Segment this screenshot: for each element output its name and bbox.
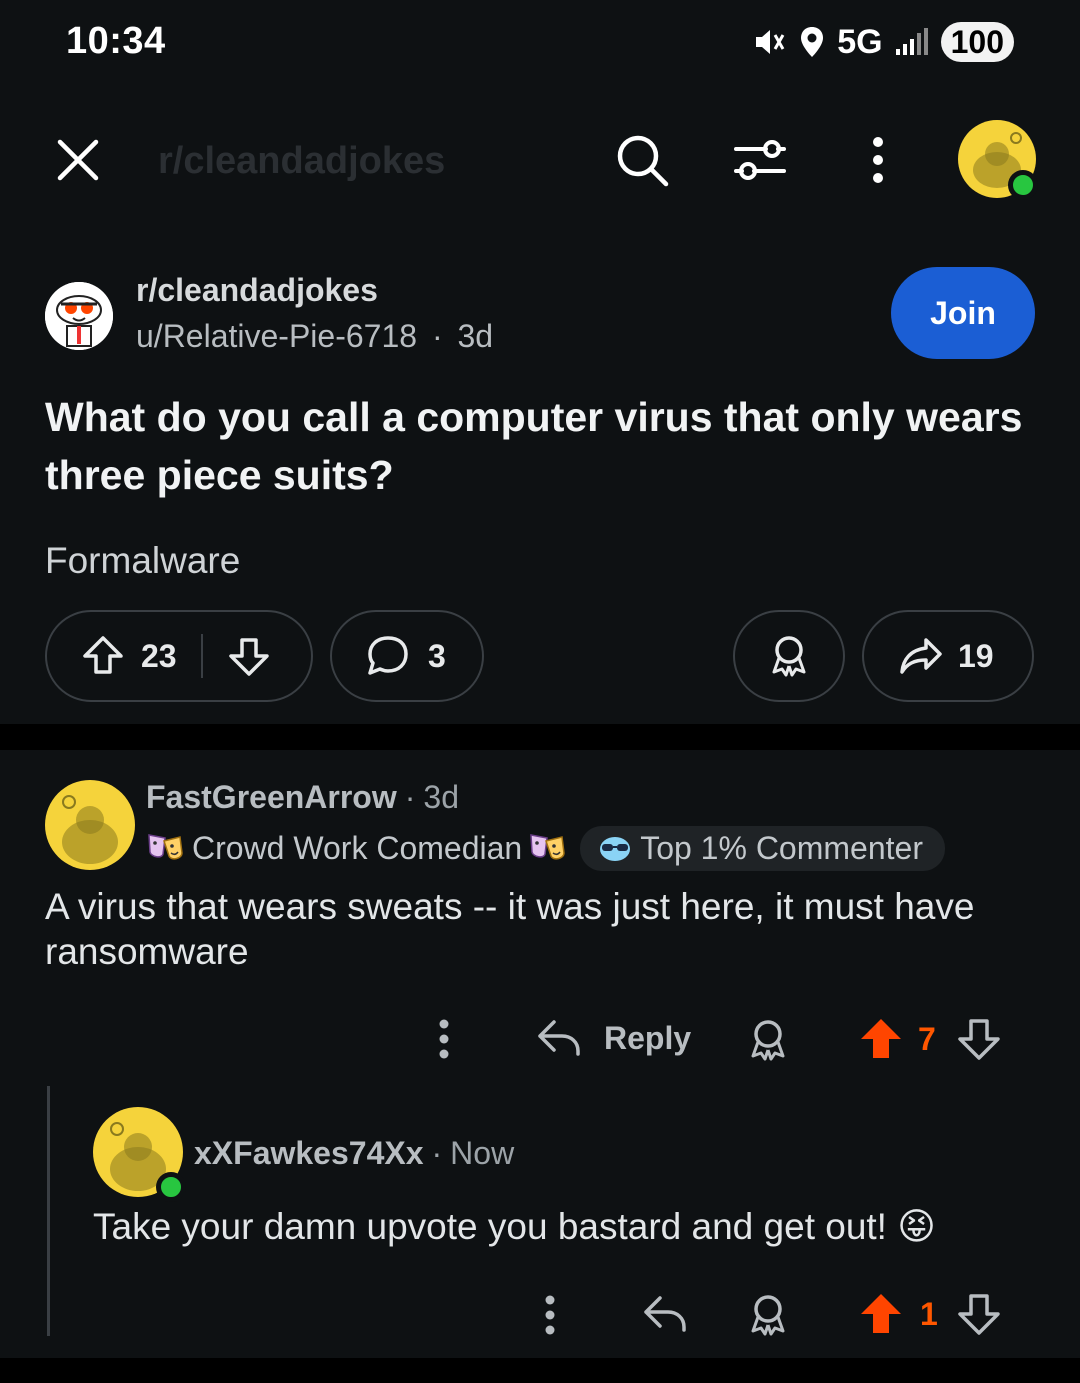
award-icon[interactable] xyxy=(746,1018,790,1062)
more-icon[interactable] xyxy=(542,1294,558,1336)
thread-line[interactable] xyxy=(47,1086,50,1336)
online-indicator xyxy=(1008,170,1038,200)
post-age: 3d xyxy=(457,318,494,354)
post-title: What do you call a computer virus that o… xyxy=(45,394,1023,498)
status-icons: 5G 100 xyxy=(753,22,1014,62)
downvote-icon[interactable] xyxy=(227,634,271,678)
reply-author[interactable]: xXFawkes74Xx xyxy=(194,1135,424,1172)
reply-text: Take your damn upvote you bastard and ge… xyxy=(93,1206,936,1247)
meta-separator: · xyxy=(431,1135,443,1171)
battery-indicator: 100 xyxy=(940,22,1014,62)
comment-author[interactable]: FastGreenArrow xyxy=(146,779,397,816)
subreddit-avatar[interactable] xyxy=(45,282,113,350)
reply-button[interactable]: Reply xyxy=(536,1016,691,1060)
sunglasses-icon xyxy=(598,834,632,864)
online-indicator xyxy=(156,1172,186,1202)
meta-separator: · xyxy=(431,318,443,354)
theater-masks-icon xyxy=(528,829,568,869)
comment-text: A virus that wears sweats -- it was just… xyxy=(45,886,975,972)
comment-age: 3d xyxy=(423,779,459,815)
award-icon xyxy=(767,634,811,678)
search-icon[interactable] xyxy=(612,130,672,190)
post-meta: u/Relative-Pie-6718 · 3d xyxy=(136,318,493,355)
upvote-count: 23 xyxy=(141,637,177,674)
reply-score: 1 xyxy=(920,1296,938,1332)
award-button[interactable] xyxy=(733,610,845,702)
location-icon xyxy=(799,26,825,58)
top-commenter-badge: Top 1% Commenter xyxy=(580,826,945,871)
share-icon xyxy=(898,634,944,678)
comment-icon xyxy=(366,634,410,678)
post-author[interactable]: u/Relative-Pie-6718 xyxy=(136,318,417,354)
comment-flair: Crowd Work Comedian xyxy=(192,830,523,866)
more-icon[interactable] xyxy=(848,130,908,190)
comment-flair-row: Crowd Work Comedian Top 1% Commenter xyxy=(146,826,945,871)
vote-pill: 23 xyxy=(45,610,313,702)
meta-separator: · xyxy=(404,779,416,815)
join-button[interactable]: Join xyxy=(891,267,1035,359)
badge-label: Top 1% Commenter xyxy=(640,830,923,866)
upvote-icon[interactable] xyxy=(858,1016,904,1062)
bottom-bar xyxy=(0,1358,1080,1383)
close-icon[interactable] xyxy=(48,130,108,190)
section-separator xyxy=(0,724,1080,750)
downvote-icon[interactable] xyxy=(956,1016,1002,1062)
post-body: Formalware xyxy=(45,540,241,581)
comment-avatar[interactable] xyxy=(45,780,135,870)
reply-header: xXFawkes74Xx · Now xyxy=(194,1135,514,1172)
comment-header: FastGreenArrow · 3d xyxy=(146,779,459,816)
reply-icon xyxy=(536,1016,582,1060)
comments-button[interactable]: 3 xyxy=(330,610,484,702)
signal-icon xyxy=(895,27,929,57)
post-subreddit-name[interactable]: r/cleandadjokes xyxy=(136,272,378,309)
vote-divider xyxy=(200,634,203,678)
downvote-icon[interactable] xyxy=(956,1291,1002,1337)
share-button[interactable]: 19 xyxy=(862,610,1034,702)
upvote-icon[interactable] xyxy=(858,1291,904,1337)
award-icon[interactable] xyxy=(746,1293,790,1337)
reply-label: Reply xyxy=(604,1019,692,1056)
filter-icon[interactable] xyxy=(730,130,790,190)
share-count: 19 xyxy=(958,637,994,674)
theater-masks-icon xyxy=(146,829,186,869)
header-subreddit: r/cleandadjokes xyxy=(158,140,446,182)
reply-icon[interactable] xyxy=(642,1292,688,1336)
comment-score: 7 xyxy=(918,1021,936,1057)
reply-age: Now xyxy=(450,1135,515,1171)
status-time: 10:34 xyxy=(66,20,166,62)
more-icon[interactable] xyxy=(436,1018,452,1060)
comment-count: 3 xyxy=(428,637,446,674)
upvote-icon[interactable] xyxy=(81,634,125,678)
network-label: 5G xyxy=(837,22,883,61)
mute-icon xyxy=(753,27,787,57)
